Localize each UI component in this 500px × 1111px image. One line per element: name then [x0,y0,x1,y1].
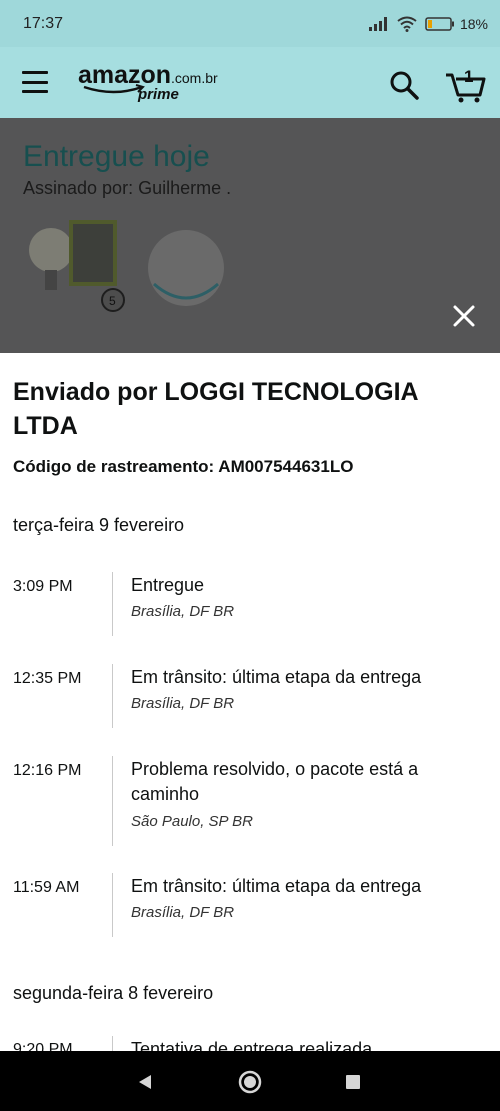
day-heading: terça-feira 9 fevereiro [13,515,185,535]
dimmed-background: Entregue hoje Assinado por: Guilherme . … [0,118,500,353]
event-location: Brasília, DF BR [131,603,235,620]
timeline-divider [112,664,113,728]
signal-icon [368,16,387,31]
svg-text:amazon: amazon [78,61,171,89]
echo-dot-product-image [148,230,224,306]
timeline-divider [112,572,113,636]
event-status: Em trânsito: última etapa da entrega [131,667,422,687]
recent-apps-icon[interactable] [346,1075,360,1089]
status-time: 17:37 [23,14,64,32]
status-bar: 17:37 18% [0,0,500,47]
svg-text:.com.br: .com.br [171,70,218,86]
event-time: 9:20 PM [13,1041,73,1051]
tracking-code: Código de rastreamento: AM007544631LO [13,457,354,476]
system-nav-bar [0,1051,500,1111]
search-icon[interactable] [388,69,420,101]
event-time: 12:16 PM [13,762,82,779]
event-status: Tentativa de entrega realizada [131,1039,373,1051]
wifi-icon [397,16,417,32]
event-status: Problema resolvido, o pacote está a cami… [131,759,419,804]
menu-icon[interactable] [22,71,48,93]
cart-button[interactable]: 1 [444,65,486,103]
event-time: 11:59 AM [13,879,80,896]
product-badge: 5 [109,294,116,308]
event-location: Brasília, DF BR [131,904,235,921]
event-location: São Paulo, SP BR [131,813,254,830]
delivery-status-title: Entregue hoje [23,140,210,173]
signed-by-text: Assinado por: Guilherme . [23,178,232,198]
amazon-logo[interactable]: amazon .com.br prime [78,61,228,103]
back-icon[interactable] [137,1074,153,1090]
event-status: Entregue [131,575,205,595]
event-time: 3:09 PM [13,578,73,595]
battery-percent: 18% [459,15,488,32]
event-location: Brasília, DF BR [131,695,235,712]
event-time: 12:35 PM [13,670,82,687]
timeline-divider [112,873,113,937]
cart-count: 1 [464,67,473,86]
app-header: amazon .com.br prime 1 [0,47,500,118]
close-icon[interactable] [446,298,482,334]
cart-icon: 1 [446,67,486,103]
event-status: Em trânsito: última etapa da entrega [131,876,422,896]
timeline-divider [112,756,113,846]
battery-icon [425,16,454,31]
home-icon[interactable] [238,1070,262,1094]
svg-text:prime: prime [137,86,179,103]
smart-bulb-product-image: 5 [29,220,125,312]
tracking-sheet: Enviado por LOGGI TECNOLOGIA LTDA Código… [0,353,500,1051]
day-heading: segunda-feira 8 fevereiro [13,983,214,1003]
timeline-divider [112,1036,113,1051]
carrier-heading: Enviado por LOGGI TECNOLOGIA LTDA [13,378,418,440]
